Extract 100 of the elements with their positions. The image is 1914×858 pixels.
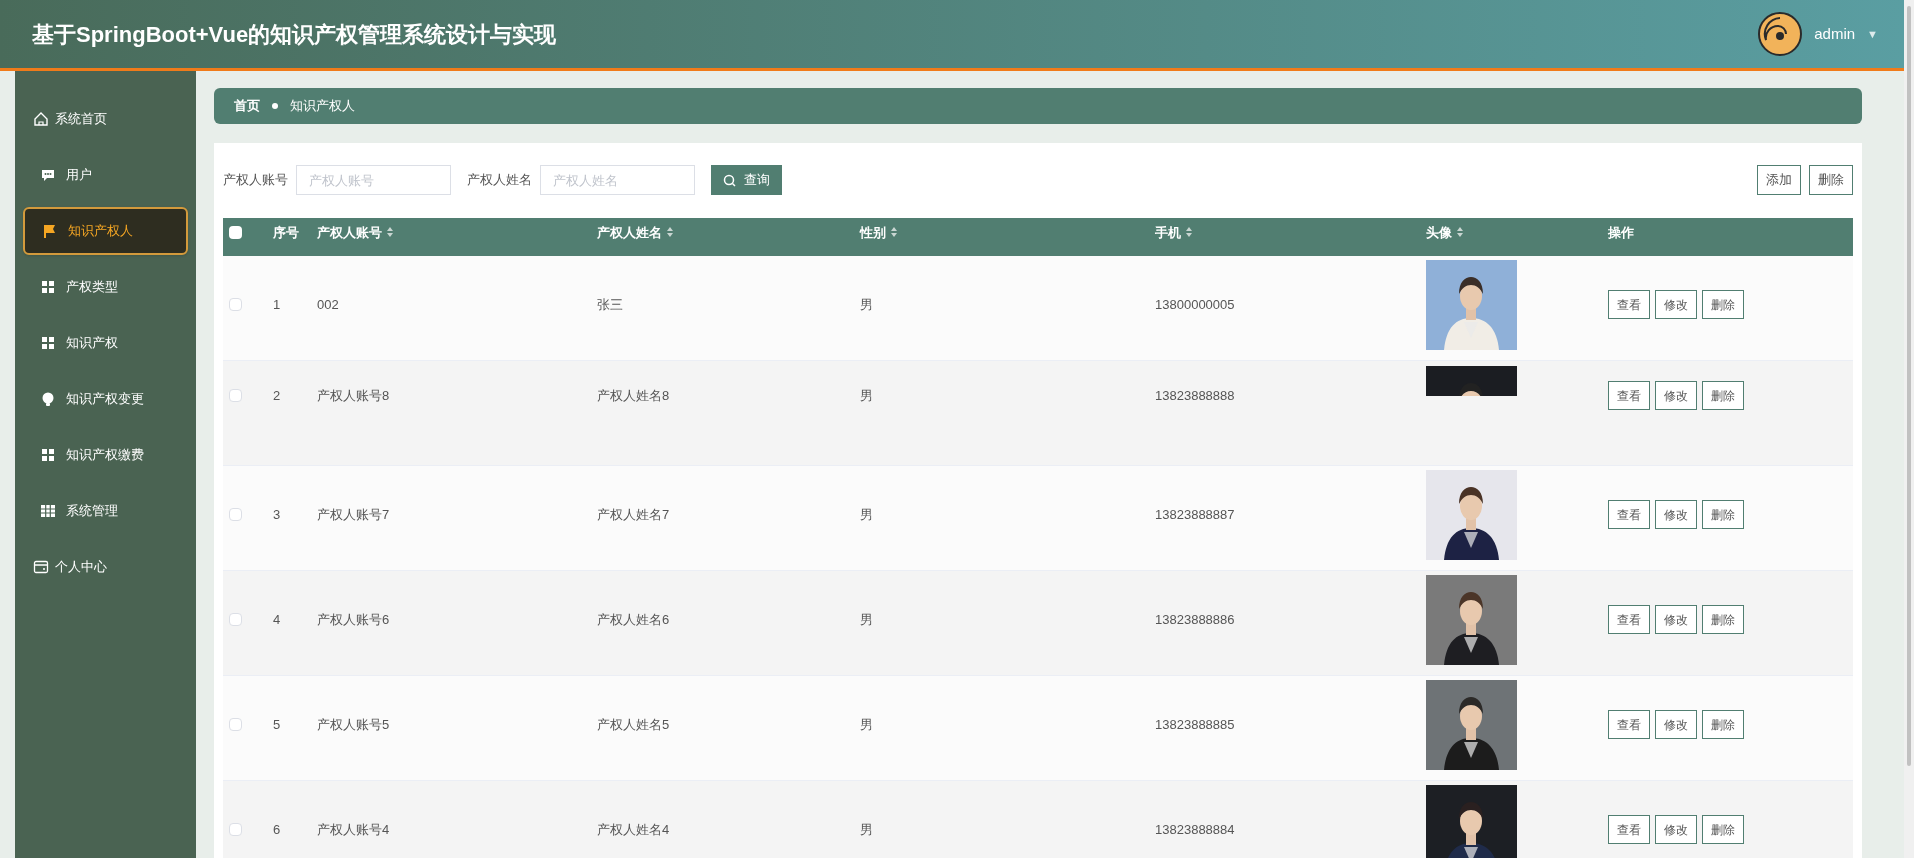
search-field[interactable]: 产权人账号 [296,165,451,195]
edit-button[interactable]: 修改 [1655,381,1697,411]
sidebar-item[interactable]: 系统管理 [23,487,188,535]
table-cell: 男 [860,821,873,837]
delete-button[interactable]: 删除 [1702,290,1744,319]
sort-icon [1185,226,1193,239]
breadcrumb-item: 知识产权人 [290,97,355,116]
row-checkbox[interactable] [229,718,242,731]
field-label: 产权人姓名 [467,171,532,190]
delete-button[interactable]: 删除 [1702,381,1744,411]
sidebar-item[interactable]: 知识产权人 [23,207,188,255]
chat-icon [40,167,56,183]
table-cell: 1 [273,296,281,312]
sidebar-item[interactable]: 系统首页 [23,95,188,143]
view-button[interactable]: 查看 [1608,605,1650,634]
column-header: 序号 [273,223,299,242]
sidebar-item[interactable]: 个人中心 [23,543,188,591]
grid-icon [40,335,56,351]
home-icon [33,111,49,127]
row-checkbox[interactable] [229,823,242,836]
edit-button[interactable]: 修改 [1655,815,1697,844]
table-cell: 产权人账号5 [317,716,390,732]
delete-button[interactable]: 删除 [1702,605,1744,634]
avatar-icon [1758,12,1803,56]
add-button[interactable]: 添加 [1757,165,1801,195]
edit-button[interactable]: 修改 [1655,290,1697,319]
table-cell: 产权人姓名7 [597,506,670,522]
view-button[interactable]: 查看 [1608,500,1650,529]
column-header[interactable]: 产权人姓名 [597,222,662,243]
table-cell: 男 [860,388,873,403]
row-checkbox[interactable] [229,298,242,311]
row-checkbox[interactable] [229,613,242,626]
view-button[interactable]: 查看 [1608,290,1650,319]
sort-icon [1456,226,1464,239]
column-header: 操作 [1608,223,1634,242]
column-header[interactable]: 产权人账号 [317,222,382,243]
search-field[interactable]: 产权人姓名 [540,165,695,195]
table-cell: 产权人姓名5 [597,716,670,732]
sort-icon [386,226,394,239]
table-cell: 13823888884 [1155,821,1235,837]
view-button[interactable]: 查看 [1608,381,1650,411]
table-cell: 002 [317,296,339,312]
search-icon [723,173,736,187]
table-cell: 产权人账号7 [317,506,390,522]
table-cell: 男 [860,716,873,732]
card-icon [33,559,49,575]
user-name: admin [1814,23,1856,44]
sidebar-item[interactable]: 用户 [23,151,188,199]
delete-button[interactable]: 删除 [1702,500,1744,529]
column-header[interactable]: 性别 [860,222,886,243]
table-cell: 男 [860,611,873,627]
table-cell: 产权人账号8 [317,388,390,403]
table-cell: 13823888888 [1155,388,1235,403]
sort-icon [666,226,674,239]
row-checkbox[interactable] [229,389,242,403]
app-title: 基于SpringBoot+Vue的知识产权管理系统设计与实现 [32,20,557,49]
table-cell: 产权人账号6 [317,611,390,627]
breadcrumb-item[interactable]: 首页 [234,96,260,116]
table-cell: 5 [273,716,281,732]
grid-icon [40,447,56,463]
column-header[interactable]: 头像 [1426,222,1452,243]
row-checkbox[interactable] [229,508,242,521]
table-cell: 男 [860,296,873,312]
sidebar-item[interactable]: 知识产权 [23,319,188,367]
select-all-checkbox[interactable] [229,225,242,239]
table-cell: 3 [273,506,281,522]
table-cell: 6 [273,821,281,837]
sort-icon [890,226,898,239]
sidebar-item[interactable]: 知识产权缴费 [23,431,188,479]
table-cell: 13823888885 [1155,716,1235,732]
delete-button[interactable]: 删除 [1809,165,1853,195]
search-button[interactable]: 查询 [711,165,782,195]
table-cell: 男 [860,506,873,522]
sidebar-item[interactable]: 产权类型 [23,263,188,311]
view-button[interactable]: 查看 [1608,815,1650,844]
table-cell: 13800000005 [1155,296,1235,312]
edit-button[interactable]: 修改 [1655,605,1697,634]
table-cell: 产权人姓名6 [597,611,670,627]
view-button[interactable]: 查看 [1608,710,1650,739]
table-cell: 产权人姓名4 [597,821,670,837]
scrollbar[interactable] [1904,0,1914,858]
table-cell: 产权人姓名8 [597,388,670,403]
table-cell: 13823888887 [1155,506,1235,522]
column-header[interactable]: 手机 [1155,222,1181,243]
table-cell: 4 [273,611,281,627]
bulb-icon [40,391,56,407]
delete-button[interactable]: 删除 [1702,710,1744,739]
edit-button[interactable]: 修改 [1655,500,1697,529]
table-cell: 2 [273,388,281,403]
field-label: 产权人账号 [223,171,288,190]
table-cell: 产权人账号4 [317,821,390,837]
table-cell: 13823888886 [1155,611,1235,627]
table-icon [40,503,56,519]
flag-icon [42,223,58,239]
caret-icon: ▼ [1867,25,1878,43]
sidebar-item[interactable]: 知识产权变更 [23,375,188,423]
edit-button[interactable]: 修改 [1655,710,1697,739]
delete-button[interactable]: 删除 [1702,815,1744,844]
table-cell: 张三 [597,296,623,312]
grid-icon [40,279,56,295]
